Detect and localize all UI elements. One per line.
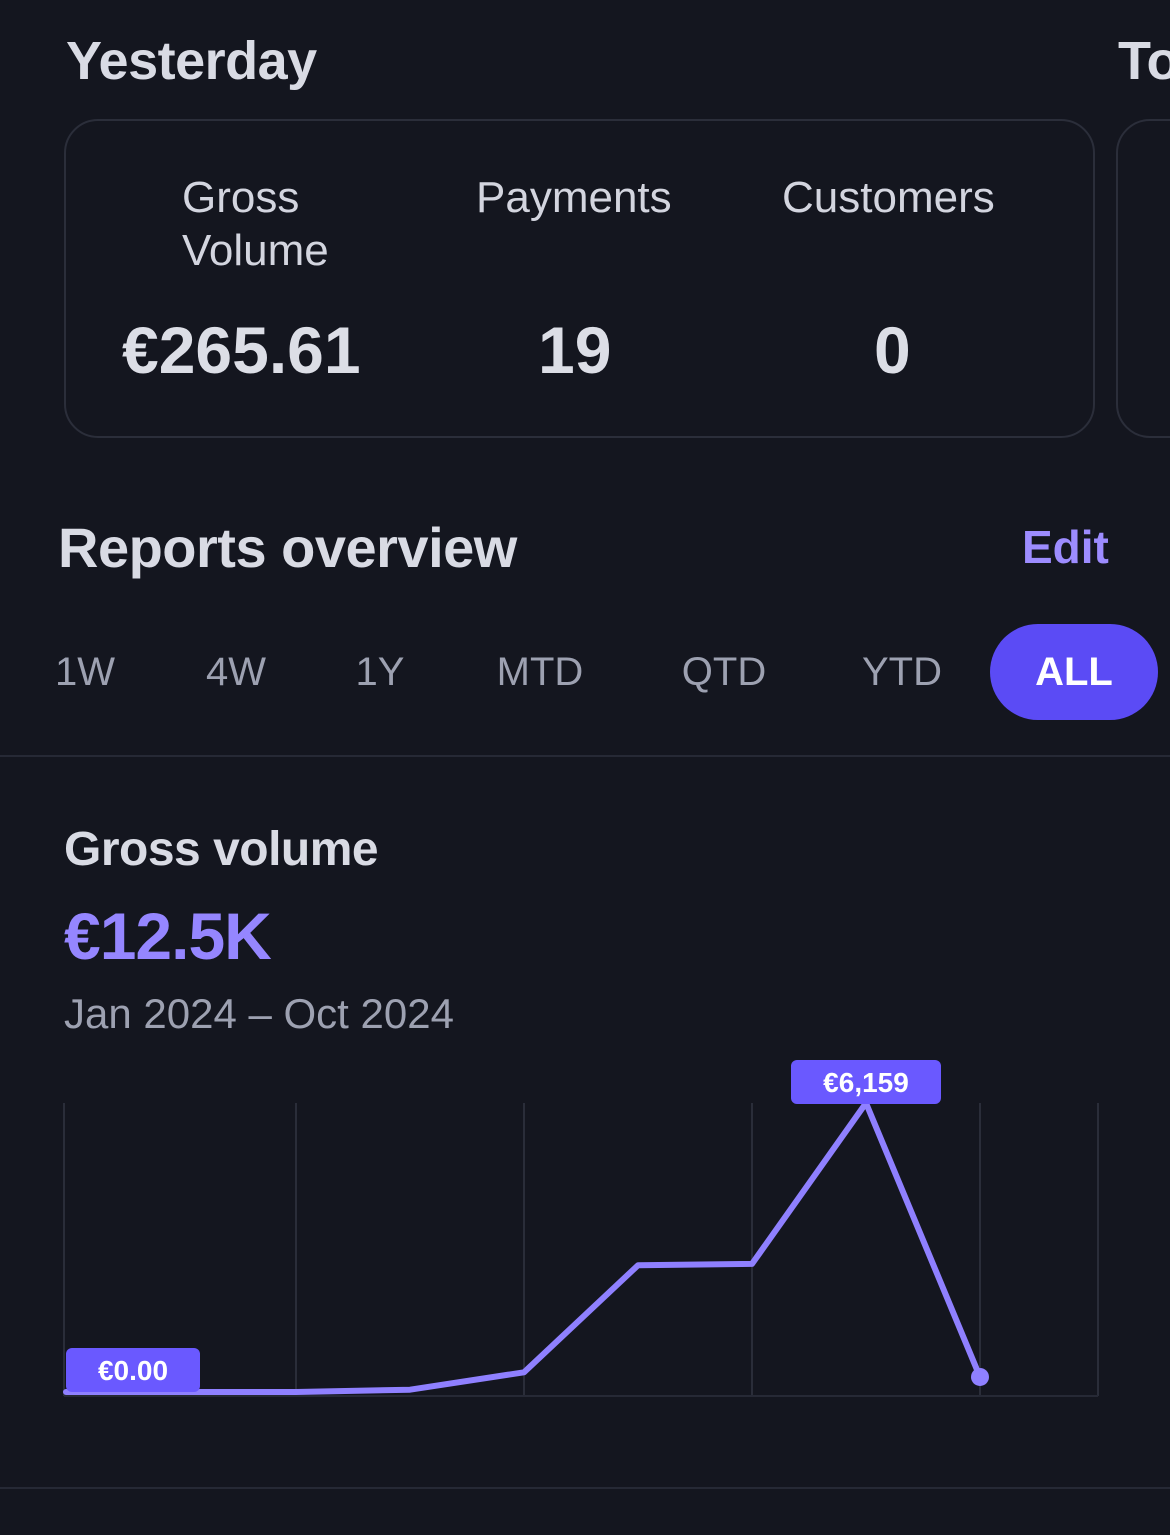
today-title: To xyxy=(1118,31,1170,91)
gross-volume-chart[interactable]: €6,159 €0.00 xyxy=(0,1040,1170,1440)
chart-grid xyxy=(63,1103,1099,1396)
max-label-badge: €6,159 xyxy=(791,1060,941,1104)
divider-top xyxy=(0,755,1170,757)
today-summary-card[interactable] xyxy=(1116,119,1170,438)
range-tab-mtd[interactable]: MTD xyxy=(480,624,600,720)
payments-value: 19 xyxy=(538,313,612,387)
payments-label: Payments xyxy=(476,173,672,222)
yesterday-title: Yesterday xyxy=(66,31,317,91)
range-tab-1y[interactable]: 1Y xyxy=(340,624,420,720)
edit-button[interactable]: Edit xyxy=(1022,520,1109,574)
yesterday-summary-card[interactable]: Gross Volume €265.61 Payments 19 Custome… xyxy=(64,119,1095,438)
max-label: €6,159 xyxy=(823,1067,909,1098)
range-tab-4w[interactable]: 4W xyxy=(190,624,282,720)
range-tab-ytd[interactable]: YTD xyxy=(842,624,962,720)
gross-volume-label: Gross Volume xyxy=(182,173,329,275)
divider-bottom xyxy=(0,1487,1170,1489)
customers-value: 0 xyxy=(874,313,911,387)
dashboard-page: Yesterday To Gross Volume €265.61 Paymen… xyxy=(0,0,1170,1535)
min-label-badge: €0.00 xyxy=(66,1348,200,1392)
range-tab-1w[interactable]: 1W xyxy=(40,624,130,720)
min-label: €0.00 xyxy=(98,1355,168,1386)
range-tab-all[interactable]: ALL xyxy=(990,624,1158,720)
customers-label: Customers xyxy=(782,173,995,222)
series-end-point xyxy=(971,1367,989,1386)
gross-volume-title: Gross volume xyxy=(64,823,379,876)
range-tab-qtd[interactable]: QTD xyxy=(664,624,784,720)
gross-volume-date-range: Jan 2024 – Oct 2024 xyxy=(64,990,454,1037)
gross-volume-total: €12.5K xyxy=(64,899,272,973)
gross-volume-value: €265.61 xyxy=(122,313,361,387)
reports-overview-title: Reports overview xyxy=(58,516,517,579)
